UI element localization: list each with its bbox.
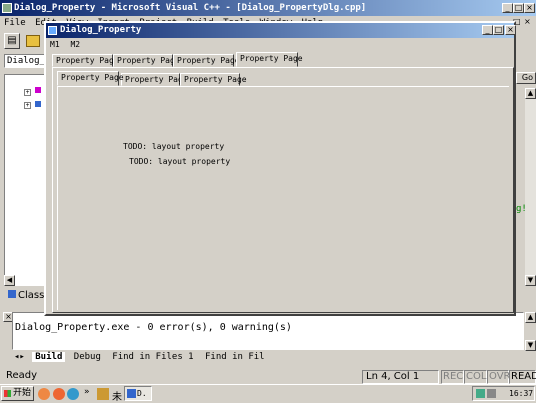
main-minimize-button[interactable]: _ — [502, 3, 513, 13]
class-combo-value: Dialog_Propert — [7, 56, 47, 66]
dialog-maximize-button[interactable]: □ — [493, 25, 504, 35]
output-tab-strip: ◂▸ Build Debug Find in Files 1 Find in F… — [14, 351, 264, 364]
dialog-menu-bar: M1 M2 — [50, 39, 80, 51]
workspace-pane: + + — [4, 74, 48, 286]
classview-icon — [8, 290, 16, 298]
tray-volume-icon[interactable] — [487, 389, 496, 398]
inner-tab-strip: Property Page Property Page Property Pag… — [57, 71, 457, 87]
output-scroll-down[interactable]: ▼ — [525, 340, 536, 351]
inner-tab-panel: TODO: layout property TODO: layout prope… — [57, 86, 509, 310]
dialog-title-text: Dialog_Property — [60, 25, 142, 35]
main-close-button[interactable]: × — [524, 3, 535, 13]
outer-tab-3[interactable]: Property Page — [173, 54, 240, 67]
open-folder-icon[interactable] — [26, 35, 40, 47]
menu-file[interactable]: File — [4, 18, 26, 28]
dialog-app-icon — [48, 26, 57, 35]
start-logo-icon — [4, 390, 11, 397]
inner-tab-3[interactable]: Property Page — [180, 73, 247, 86]
status-ovr: OVR — [487, 370, 511, 384]
output-tab-find2[interactable]: Find in Fil — [202, 352, 264, 362]
output-pane: Dialog_Property.exe - 0 error(s), 0 warn… — [12, 312, 524, 350]
new-file-button[interactable]: ▤ — [4, 33, 20, 49]
taskbar: 开始 » 未 D. 16:37 — [0, 384, 536, 403]
go-button-label: Go — [521, 73, 533, 82]
tray-clock[interactable]: 16:37 — [509, 388, 533, 399]
classview-tab-label: Class — [18, 290, 45, 301]
tree-expand-icon-2[interactable]: + — [24, 102, 31, 109]
dialog-close-button[interactable]: × — [505, 25, 516, 35]
output-tab-build[interactable]: Build — [32, 352, 66, 362]
inner-tab-2[interactable]: Property Page — [121, 73, 188, 86]
tree-item-icon-2 — [35, 101, 41, 107]
editor-scroll-down[interactable]: ▼ — [525, 275, 536, 286]
inner-tab-1-active[interactable]: Property Page — [57, 71, 124, 86]
dialog-menu-m2[interactable]: M2 — [70, 40, 80, 49]
ime-icon[interactable] — [97, 388, 109, 400]
workspace-scroll-left[interactable]: ◀ — [4, 275, 15, 286]
mdi-close-icon[interactable]: × — [524, 18, 533, 27]
outer-tab-panel: Property Page Property Page Property Pag… — [52, 67, 514, 313]
status-read: READ — [509, 370, 536, 384]
tray-network-icon[interactable] — [476, 389, 485, 398]
output-tab-debug[interactable]: Debug — [71, 352, 104, 362]
editor-scroll-up[interactable]: ▲ — [525, 88, 536, 99]
quicklaunch-chevron-icon[interactable]: » — [84, 387, 90, 397]
start-button-label: 开始 — [13, 388, 32, 398]
classview-tab[interactable]: Class — [8, 289, 48, 303]
content-line-2: TODO: layout property — [129, 157, 231, 166]
tree-expand-icon[interactable]: + — [24, 89, 31, 96]
status-col: COL — [464, 370, 487, 384]
dialog-window: Dialog_Property _ □ × M1 M2 Property Pag… — [44, 21, 516, 316]
status-position: Ln 4, Col 1 — [362, 370, 439, 384]
tab-nav-next[interactable]: ▸ — [19, 352, 24, 362]
editor-text-fragment: g! — [516, 204, 527, 214]
system-tray: 16:37 — [472, 386, 535, 401]
main-maximize-button[interactable]: □ — [513, 3, 524, 13]
outer-tab-strip: Property Page Property Page Property Pag… — [52, 52, 512, 68]
quicklaunch-icon-1[interactable] — [38, 388, 50, 400]
app-icon — [2, 3, 12, 13]
content-line-1: TODO: layout property — [123, 142, 225, 151]
start-button[interactable]: 开始 — [1, 386, 34, 401]
task-label: D. — [137, 389, 147, 398]
ime-label[interactable]: 未 — [112, 388, 122, 403]
taskbar-task-button[interactable]: D. — [124, 386, 152, 401]
outer-tab-4-active[interactable]: Property Page — [236, 52, 303, 67]
quicklaunch-icon-3[interactable] — [67, 388, 79, 400]
tree-item-icon — [35, 87, 41, 93]
status-rec: REC — [441, 370, 464, 384]
outer-tab-1[interactable]: Property Page — [52, 54, 119, 67]
status-ready: Ready — [6, 370, 38, 381]
go-button[interactable]: Go — [516, 72, 536, 84]
output-scroll-up[interactable]: ▲ — [525, 312, 536, 323]
outer-tab-2[interactable]: Property Page — [113, 54, 180, 67]
dialog-title-bar: Dialog_Property — [46, 23, 514, 38]
quicklaunch-icon-2[interactable] — [53, 388, 65, 400]
task-app-icon — [127, 389, 136, 398]
output-tab-find1[interactable]: Find in Files 1 — [109, 352, 196, 362]
editor-vertical-scrollbar[interactable] — [525, 99, 536, 275]
dialog-minimize-button[interactable]: _ — [482, 25, 493, 35]
dialog-menu-m1[interactable]: M1 — [50, 40, 60, 49]
main-title-bar: Dialog_Property - Microsoft Visual C++ -… — [0, 0, 536, 16]
class-combo[interactable]: Dialog_Propert — [4, 54, 48, 68]
output-text: Dialog_Property.exe - 0 error(s), 0 warn… — [15, 322, 292, 333]
main-title-text: Dialog_Property - Microsoft Visual C++ -… — [14, 3, 367, 13]
